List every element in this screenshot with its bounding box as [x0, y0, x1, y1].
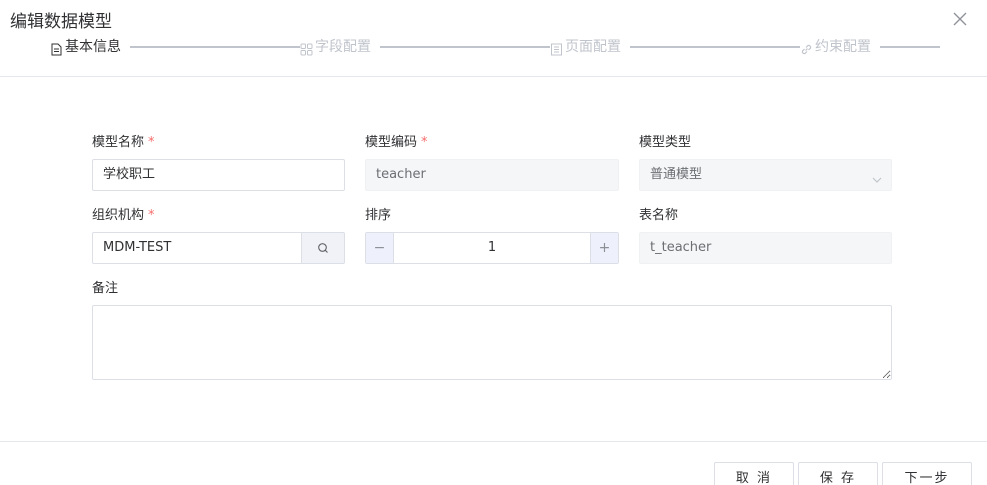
step-label: 基本信息: [65, 39, 121, 55]
link-icon: [800, 41, 813, 54]
model-name-label: 模型名称 *: [92, 135, 155, 150]
model-code-label: 模型编码 *: [365, 135, 428, 150]
increment-button[interactable]: +: [590, 233, 618, 263]
sort-label: 排序: [365, 208, 392, 223]
close-icon[interactable]: [951, 10, 969, 28]
organization-input[interactable]: MDM-TEST: [92, 232, 302, 264]
model-code-input[interactable]: teacher: [365, 159, 619, 191]
step-connector: [130, 46, 300, 48]
sort-stepper: − 1 +: [365, 232, 619, 264]
steps-bar: 基本信息 字段配置 页面配置 约束配置: [50, 36, 940, 58]
step-label: 页面配置: [565, 39, 621, 55]
header-divider: [0, 76, 987, 77]
required-mark: *: [148, 135, 155, 150]
step-field-config[interactable]: 字段配置: [300, 36, 373, 58]
table-name-label: 表名称: [639, 208, 679, 223]
next-step-button[interactable]: 下一步: [882, 462, 972, 485]
remark-label: 备注: [92, 281, 119, 296]
page-icon: [550, 41, 563, 55]
document-icon: [50, 41, 63, 55]
remark-textarea[interactable]: [92, 305, 892, 380]
step-connector: [630, 46, 800, 48]
sort-value[interactable]: 1: [394, 233, 590, 263]
cancel-button[interactable]: 取 消: [714, 462, 794, 485]
edit-data-model-dialog: 编辑数据模型 基本信息 字段配置 页面配置 约束配置 模型名称 * 学校职工 模…: [0, 0, 987, 485]
model-type-select[interactable]: 普通模型: [639, 159, 892, 191]
chevron-down-icon: [871, 168, 883, 183]
footer-divider: [0, 441, 987, 442]
step-label: 约束配置: [815, 39, 871, 55]
save-button[interactable]: 保 存: [798, 462, 878, 485]
organization-search-button[interactable]: [301, 232, 345, 264]
table-name-input[interactable]: t_teacher: [639, 232, 892, 264]
step-connector: [880, 46, 940, 48]
search-icon: [317, 239, 329, 258]
step-connector: [380, 46, 550, 48]
model-type-label: 模型类型: [639, 135, 692, 150]
step-basic-info[interactable]: 基本信息: [50, 36, 123, 58]
decrement-button[interactable]: −: [366, 233, 394, 263]
step-page-config[interactable]: 页面配置: [550, 36, 623, 58]
model-name-input[interactable]: 学校职工: [92, 159, 345, 191]
dialog-title: 编辑数据模型: [10, 12, 112, 32]
step-label: 字段配置: [315, 39, 371, 55]
grid-icon: [300, 41, 313, 55]
required-mark: *: [421, 135, 428, 150]
organization-label: 组织机构 *: [92, 208, 155, 223]
required-mark: *: [148, 208, 155, 223]
model-type-value: 普通模型: [650, 167, 703, 182]
step-constraint-config[interactable]: 约束配置: [800, 36, 873, 58]
